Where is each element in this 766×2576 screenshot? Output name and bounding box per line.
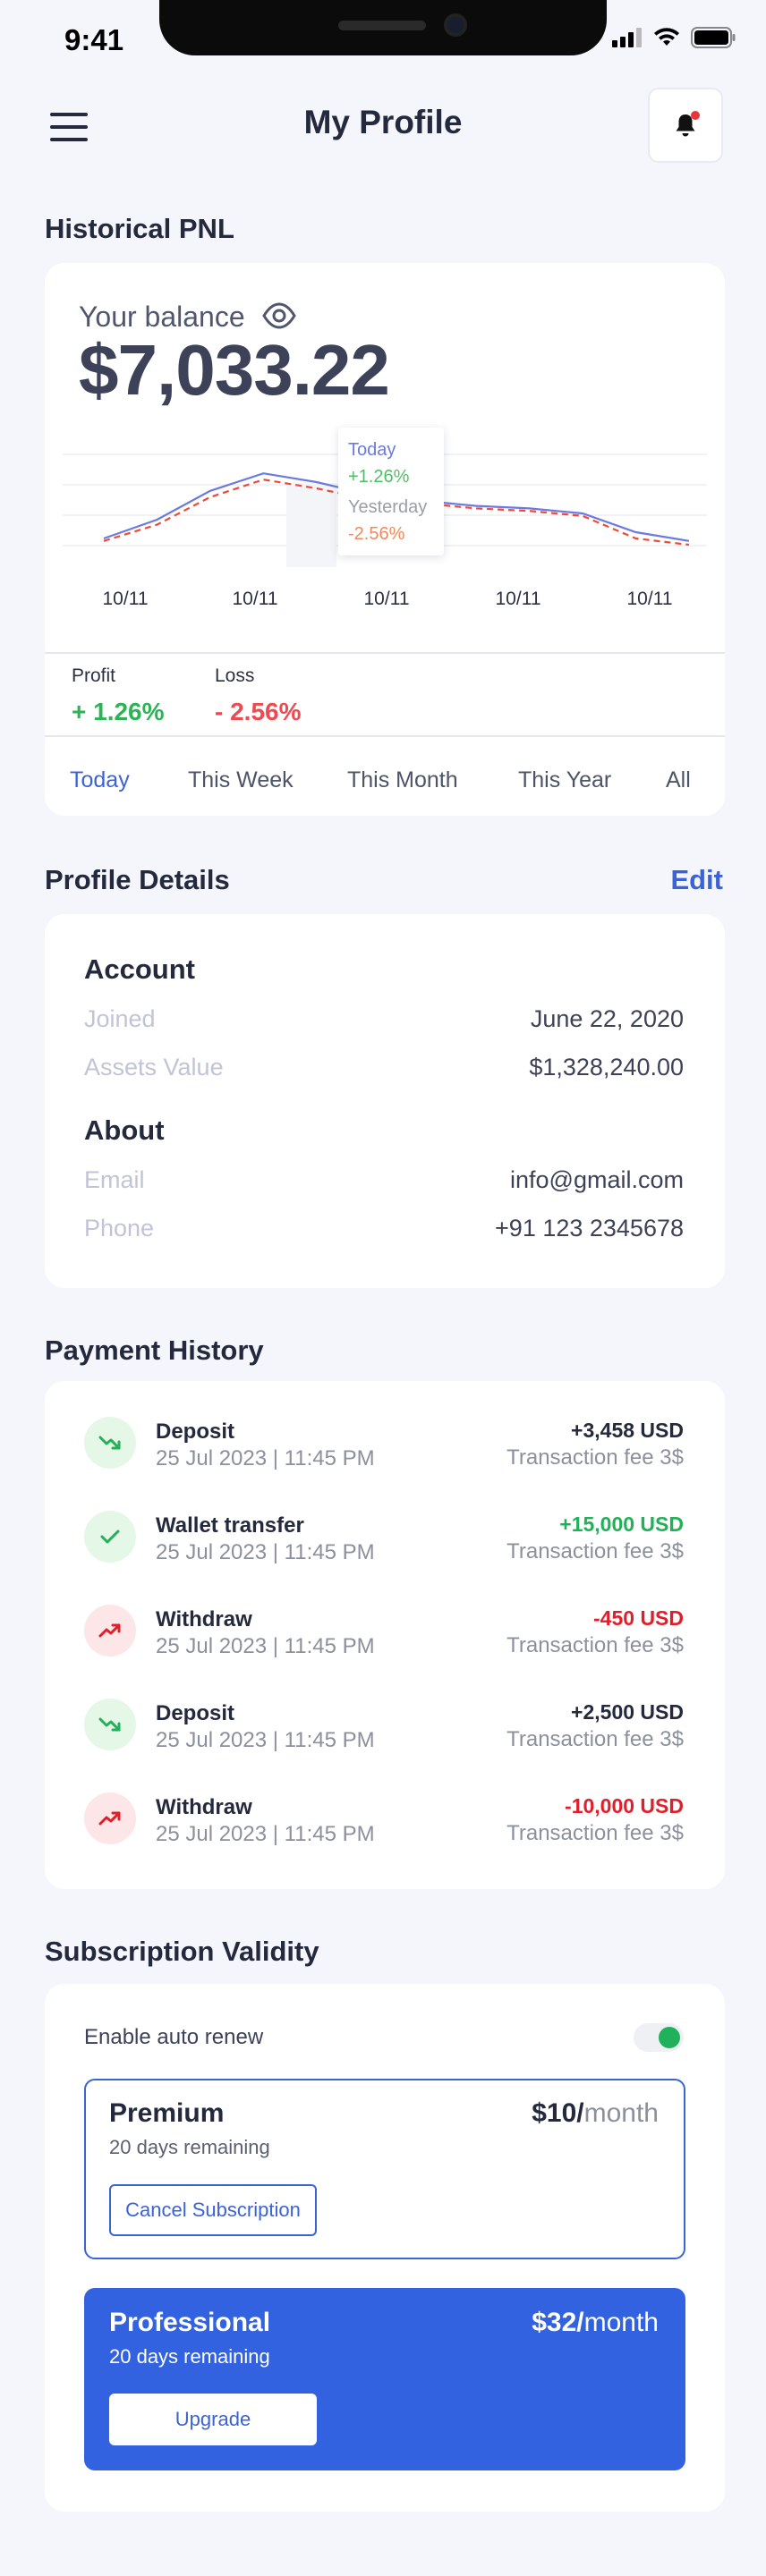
- chart-x-tick-label: 10/11: [103, 589, 149, 609]
- payments-section-title: Payment History: [45, 1335, 264, 1366]
- transaction-amount: -450 USD: [593, 1606, 684, 1630]
- tooltip-today-label: Today: [348, 440, 396, 460]
- range-tab-year[interactable]: This Year: [518, 767, 611, 793]
- premium-remaining: 20 days remaining: [109, 2136, 270, 2158]
- balance-value: $7,033.22: [79, 330, 390, 410]
- professional-price-period: month: [583, 2308, 659, 2337]
- transaction-amount: +3,458 USD: [571, 1419, 684, 1442]
- chart-x-tick-label: 10/11: [496, 589, 541, 609]
- tooltip-yesterday-value: -2.56%: [348, 524, 405, 544]
- pnl-section-title: Historical PNL: [45, 213, 234, 244]
- device-notch: [159, 0, 607, 55]
- about-heading: About: [84, 1114, 165, 1146]
- profit-value: + 1.26%: [72, 698, 165, 725]
- chart-tooltip: Today +1.26% Yesterday -2.56%: [338, 428, 444, 555]
- edit-profile-link[interactable]: Edit: [670, 864, 723, 896]
- phone-label: Phone: [84, 1215, 155, 1241]
- wifi-icon: [654, 28, 679, 46]
- notification-dot: [691, 111, 700, 120]
- transaction-title: Wallet transfer: [156, 1513, 304, 1538]
- professional-remaining: 20 days remaining: [109, 2345, 270, 2368]
- range-tab-today[interactable]: Today: [70, 767, 130, 793]
- transaction-fee: Transaction fee 3$: [506, 1539, 684, 1563]
- front-camera: [444, 13, 467, 37]
- chart-x-tick-label: 10/11: [627, 589, 673, 609]
- transaction-date: 25 Jul 2023 | 11:45 PM: [156, 1540, 375, 1564]
- transaction-fee: Transaction fee 3$: [506, 1727, 684, 1751]
- loss-label: Loss: [215, 665, 255, 686]
- premium-price-amount: $10/: [532, 2098, 584, 2128]
- upgrade-button[interactable]: Upgrade: [109, 2394, 317, 2445]
- loss-value: - 2.56%: [215, 698, 302, 725]
- transaction-title: Withdraw: [156, 1795, 252, 1819]
- chart-hover-band: [286, 483, 336, 567]
- auto-renew-label: Enable auto renew: [84, 2025, 264, 2049]
- assets-label: Assets Value: [84, 1054, 224, 1080]
- transaction-fee: Transaction fee 3$: [506, 1445, 684, 1470]
- transaction-fee: Transaction fee 3$: [506, 1821, 684, 1845]
- email-label: Email: [84, 1166, 145, 1193]
- joined-label: Joined: [84, 1005, 156, 1032]
- auto-renew-toggle[interactable]: [634, 2023, 684, 2052]
- transaction-date: 25 Jul 2023 | 11:45 PM: [156, 1728, 375, 1752]
- transaction-date: 25 Jul 2023 | 11:45 PM: [156, 1446, 375, 1470]
- chart-x-tick-label: 10/11: [233, 589, 278, 609]
- trend-down-icon: [98, 1430, 123, 1455]
- battery-icon: [691, 27, 736, 48]
- pnl-divider: [45, 735, 725, 737]
- transaction-icon-badge: [84, 1417, 136, 1469]
- transaction-date: 25 Jul 2023 | 11:45 PM: [156, 1822, 375, 1846]
- professional-price-amount: $32/: [532, 2308, 584, 2337]
- phone-value: +91 123 2345678: [495, 1215, 684, 1241]
- range-tab-month[interactable]: This Month: [347, 767, 458, 793]
- joined-value: June 22, 2020: [530, 1005, 684, 1032]
- transaction-date: 25 Jul 2023 | 11:45 PM: [156, 1634, 375, 1658]
- cellular-signal-icon: [612, 28, 642, 47]
- assets-value: $1,328,240.00: [529, 1054, 684, 1080]
- transaction-amount: -10,000 USD: [565, 1794, 684, 1818]
- account-heading: Account: [84, 953, 195, 985]
- email-value: info@gmail.com: [510, 1166, 684, 1193]
- transaction-amount: +2,500 USD: [571, 1700, 684, 1724]
- transaction-amount: +15,000 USD: [559, 1513, 684, 1536]
- transaction-title: Deposit: [156, 1419, 235, 1444]
- transaction-icon-badge: [84, 1699, 136, 1750]
- chart-x-tick-label: 10/11: [364, 589, 410, 609]
- transaction-title: Deposit: [156, 1701, 235, 1725]
- transaction-icon-badge: [84, 1605, 136, 1657]
- status-icons: [612, 27, 736, 48]
- trend-up-icon: [98, 1618, 123, 1643]
- eye-icon[interactable]: [261, 301, 297, 331]
- profile-section-title: Profile Details: [45, 864, 230, 895]
- status-time: 9:41: [64, 23, 124, 56]
- transaction-title: Withdraw: [156, 1607, 252, 1631]
- professional-price: $32/month: [532, 2308, 659, 2338]
- profit-label: Profit: [72, 665, 116, 686]
- tooltip-yesterday-label: Yesterday: [348, 497, 428, 517]
- premium-price-period: month: [583, 2098, 659, 2128]
- cancel-subscription-button[interactable]: Cancel Subscription: [109, 2184, 317, 2236]
- transaction-fee: Transaction fee 3$: [506, 1633, 684, 1657]
- professional-plan-name: Professional: [109, 2308, 271, 2337]
- range-tab-week[interactable]: This Week: [188, 767, 294, 793]
- transaction-icon-badge: [84, 1511, 136, 1563]
- notifications-button[interactable]: [648, 88, 723, 163]
- tooltip-today-value: +1.26%: [348, 467, 410, 487]
- transaction-icon-badge: [84, 1792, 136, 1844]
- premium-price: $10/month: [532, 2098, 659, 2129]
- trend-down-icon: [98, 1712, 123, 1737]
- range-tab-all[interactable]: All: [666, 767, 691, 793]
- subscription-section-title: Subscription Validity: [45, 1936, 319, 1967]
- trend-up-icon: [98, 1806, 123, 1831]
- toggle-knob: [659, 2027, 680, 2048]
- premium-plan-name: Premium: [109, 2098, 225, 2128]
- pnl-divider: [45, 652, 725, 654]
- check-icon: [98, 1524, 123, 1549]
- speaker-grille: [338, 21, 426, 30]
